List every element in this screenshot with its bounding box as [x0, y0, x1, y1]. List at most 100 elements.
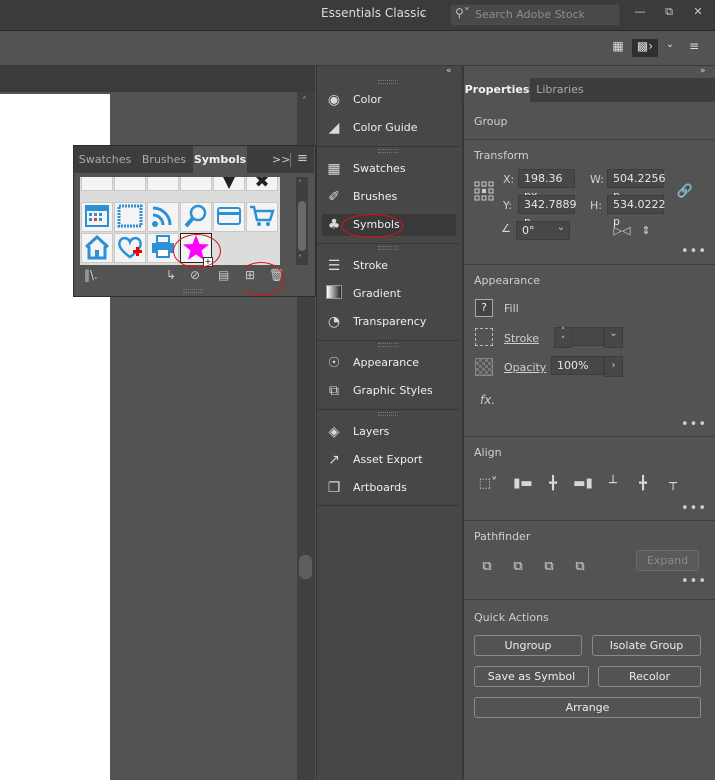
- break-link-icon[interactable]: ⊘: [190, 268, 200, 282]
- shopping-cart-icon[interactable]: [246, 202, 278, 232]
- align-left-icon[interactable]: ▮▬: [513, 474, 533, 494]
- rss-icon[interactable]: [147, 202, 179, 232]
- dock-item-brushes[interactable]: ✐ Brushes: [322, 186, 457, 208]
- align-top-icon[interactable]: ┴: [603, 474, 623, 494]
- collapse-dock-icon[interactable]: «: [446, 66, 452, 76]
- symbol-strip-icon[interactable]: [81, 177, 113, 191]
- dropdown-arrow-icon[interactable]: ▼: [213, 177, 245, 191]
- isolate-group-button[interactable]: Isolate Group: [592, 635, 701, 656]
- panel-resize-grip[interactable]: [183, 289, 203, 293]
- align-vertical-center-icon[interactable]: ╋: [633, 474, 653, 494]
- dock-item-color-guide[interactable]: ◢ Color Guide: [322, 117, 457, 139]
- panel-menu-icon[interactable]: ≡: [297, 151, 308, 166]
- stroke-weight-field[interactable]: [571, 327, 604, 346]
- reference-point-icon[interactable]: [474, 181, 494, 201]
- x-field[interactable]: 198.36 px: [518, 169, 575, 202]
- dock-item-transparency[interactable]: ◔ Transparency: [322, 311, 457, 333]
- dock-grip[interactable]: [378, 80, 398, 84]
- panel-overflow-button[interactable]: >>: [272, 153, 290, 166]
- flip-horizontal-icon[interactable]: ▷◁: [612, 221, 632, 241]
- scroll-up-icon[interactable]: ˄: [302, 96, 307, 107]
- symbol-options-icon[interactable]: ▤: [218, 268, 229, 282]
- arrange-documents-icon[interactable]: ▦: [608, 39, 628, 57]
- more-options-button[interactable]: •••: [681, 501, 707, 516]
- fx-icon[interactable]: fx.: [480, 393, 495, 407]
- dock-grip[interactable]: [378, 149, 398, 153]
- symbol-strip-icon[interactable]: [147, 177, 179, 191]
- fill-label[interactable]: Fill: [504, 302, 519, 315]
- chevron-down-icon[interactable]: ⌄: [660, 39, 680, 57]
- dock-item-swatches[interactable]: ▦ Swatches: [322, 158, 457, 180]
- chevron-right-icon[interactable]: ›: [604, 356, 623, 377]
- properties-toggle-icon[interactable]: ▩›: [632, 39, 658, 57]
- magnifier-icon[interactable]: [180, 202, 212, 232]
- stroke-weight-stepper[interactable]: ˄ ˅: [554, 327, 572, 348]
- tab-properties[interactable]: Properties: [464, 78, 530, 102]
- tab-libraries[interactable]: Libraries: [531, 78, 589, 102]
- collapse-panel-icon[interactable]: »: [700, 66, 706, 76]
- recolor-button[interactable]: Recolor: [598, 666, 701, 687]
- expand-button[interactable]: Expand: [636, 550, 699, 571]
- unite-icon[interactable]: ⧉: [477, 557, 497, 577]
- stock-search-input[interactable]: ⚲˅ Search Adobe Stock: [450, 4, 620, 26]
- dock-grip[interactable]: [378, 412, 398, 416]
- align-to-selection-icon[interactable]: ⬚˅: [478, 474, 498, 494]
- restore-icon[interactable]: ⧉: [660, 3, 678, 21]
- align-right-icon[interactable]: ▬▮: [573, 474, 593, 494]
- chevron-down-icon[interactable]: ⌄: [552, 222, 570, 239]
- dock-item-appearance[interactable]: ☉ Appearance: [322, 352, 457, 374]
- workspace-switcher[interactable]: Essentials Classic: [321, 6, 426, 20]
- symbol-strip-icon[interactable]: [180, 177, 212, 191]
- symbol-strip-icon[interactable]: [114, 177, 146, 191]
- constrain-proportions-icon[interactable]: 🔗: [675, 182, 695, 202]
- arrange-button[interactable]: Arrange: [474, 697, 701, 718]
- chevron-down-icon[interactable]: ⌄: [418, 8, 426, 19]
- ungroup-button[interactable]: Ungroup: [474, 635, 582, 656]
- minus-front-icon[interactable]: ⧉: [508, 557, 528, 577]
- house-icon[interactable]: [81, 233, 113, 263]
- film-frame-icon[interactable]: [114, 202, 146, 232]
- flip-vertical-icon[interactable]: ⇕: [636, 221, 656, 241]
- credit-card-icon[interactable]: [213, 202, 245, 232]
- dock-item-color[interactable]: ◉ Color: [322, 89, 457, 111]
- dock-item-artboards[interactable]: ❐ Artboards: [322, 477, 457, 499]
- dock-grip[interactable]: [378, 246, 398, 250]
- canvas-scroll-thumb[interactable]: [299, 555, 312, 579]
- symbols-scroll-thumb[interactable]: [298, 201, 306, 251]
- tab-symbols[interactable]: Symbols: [193, 146, 247, 173]
- dock-item-stroke[interactable]: ☰ Stroke: [322, 255, 457, 277]
- x-mark-icon[interactable]: ✖: [246, 177, 278, 192]
- tab-brushes[interactable]: Brushes: [136, 146, 192, 173]
- y-field[interactable]: 342.7889 p: [518, 195, 577, 228]
- fill-swatch[interactable]: ?: [475, 299, 493, 317]
- heart-plus-icon[interactable]: [114, 233, 146, 263]
- place-symbol-icon[interactable]: ↳: [166, 268, 176, 282]
- dock-item-asset-export[interactable]: ↗ Asset Export: [322, 449, 457, 471]
- scroll-up-icon[interactable]: ˄: [298, 179, 302, 188]
- close-icon[interactable]: ✕: [689, 3, 707, 21]
- minimize-icon[interactable]: —: [631, 3, 649, 21]
- more-options-button[interactable]: •••: [681, 417, 707, 432]
- calendar-icon[interactable]: [81, 202, 113, 232]
- align-bottom-icon[interactable]: ┬: [663, 474, 683, 494]
- opacity-label[interactable]: Opacity: [504, 361, 546, 374]
- stroke-swatch[interactable]: [475, 328, 493, 346]
- exclude-icon[interactable]: ⧉: [570, 557, 590, 577]
- scroll-down-icon[interactable]: ˅: [298, 254, 302, 263]
- symbol-libraries-icon[interactable]: ‖\.: [84, 268, 98, 282]
- dock-item-graphic-styles[interactable]: ⧉ Graphic Styles: [322, 380, 457, 402]
- stroke-label[interactable]: Stroke: [504, 332, 539, 345]
- opacity-field[interactable]: 100%: [551, 356, 604, 375]
- dock-item-gradient[interactable]: Gradient: [322, 283, 457, 305]
- chevron-down-icon[interactable]: ⌄: [604, 327, 623, 348]
- intersect-icon[interactable]: ⧉: [539, 557, 559, 577]
- align-horizontal-center-icon[interactable]: ╋: [543, 474, 563, 494]
- save-as-symbol-button[interactable]: Save as Symbol: [474, 666, 589, 687]
- panel-menu-icon[interactable]: ≡: [684, 39, 704, 57]
- h-field[interactable]: 534.0222 p: [607, 195, 666, 228]
- more-options-button[interactable]: •••: [681, 574, 707, 589]
- more-options-button[interactable]: •••: [681, 244, 707, 259]
- tab-swatches[interactable]: Swatches: [76, 146, 134, 173]
- dock-item-layers[interactable]: ◈ Layers: [322, 421, 457, 443]
- w-field[interactable]: 504.2256 p: [607, 169, 666, 202]
